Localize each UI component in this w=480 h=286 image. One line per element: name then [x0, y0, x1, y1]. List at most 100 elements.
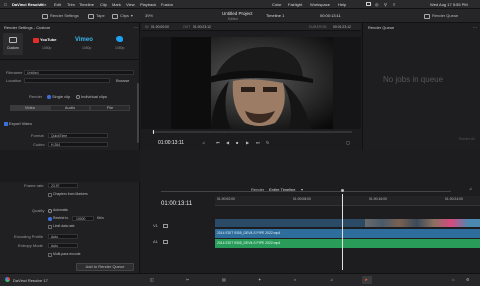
browse-button[interactable]: Browse — [116, 79, 129, 83]
fullscreen-icon[interactable]: ▢ — [346, 141, 350, 145]
menu-fusion[interactable]: Fusion — [161, 2, 173, 7]
entropy-select[interactable]: Auto — [48, 243, 78, 248]
skip-back-icon[interactable]: ⏮ — [216, 141, 220, 145]
video-clip[interactable] — [215, 219, 480, 227]
toolbar: Render Settings Tape Clips ▾ 39% Untitle… — [0, 9, 480, 23]
menu-workspace[interactable]: Workspace — [310, 2, 330, 7]
menu-view[interactable]: View — [126, 2, 135, 7]
chapters-label: Chapters from Markers — [53, 192, 88, 196]
youtube-icon — [33, 38, 39, 43]
scrubber-track[interactable] — [152, 131, 352, 133]
viewer-frame[interactable] — [141, 37, 361, 129]
multipass-checkbox[interactable] — [48, 253, 52, 257]
loop-icon[interactable]: ↻ — [266, 141, 269, 145]
menu-fairlight[interactable]: Fairlight — [288, 2, 302, 7]
limit-checkbox[interactable] — [48, 225, 52, 229]
skip-forward-icon[interactable]: ⏭ — [256, 141, 260, 145]
zoom-slider-handle[interactable] — [341, 189, 344, 192]
menu-edit[interactable]: Edit — [54, 2, 61, 7]
export-video-checkbox[interactable] — [4, 122, 8, 126]
track-lock-icon[interactable] — [163, 240, 168, 244]
restrict-radio[interactable] — [48, 217, 52, 221]
wifi-icon[interactable]: ◎ — [375, 2, 379, 7]
more-options-icon[interactable]: ⋯ — [473, 26, 477, 30]
zoom-slider[interactable] — [161, 191, 451, 192]
preset-custom[interactable]: Custom — [3, 33, 23, 55]
render-settings-button[interactable]: Render Settings — [42, 12, 79, 20]
menu-help[interactable]: Help — [338, 2, 346, 7]
tab-video-label: Video — [24, 105, 36, 110]
preset-twitter[interactable]: 1080p — [108, 33, 136, 55]
clips-button[interactable]: Clips ▾ — [112, 12, 133, 20]
codec-select[interactable]: H.264 — [48, 142, 108, 147]
tab-audio[interactable]: Audio — [50, 105, 90, 111]
encoding-profile-select[interactable]: Auto — [48, 234, 78, 239]
search-icon[interactable]: ⚲ — [384, 2, 387, 7]
zoom-level[interactable]: 39% — [145, 14, 153, 18]
apple-icon[interactable]:  — [4, 2, 7, 7]
tab-file-label: File — [106, 105, 114, 110]
fairlight-page-icon[interactable]: ♫ — [330, 278, 333, 282]
play-icon[interactable]: ▶ — [246, 141, 249, 145]
render-all-button[interactable]: Render All — [459, 137, 475, 141]
video-frame-image — [171, 37, 333, 129]
menu-color[interactable]: Color — [272, 2, 282, 7]
settings-gear-icon[interactable]: ⚙ — [466, 278, 470, 282]
preset-youtube[interactable]: YouTube 1080p — [30, 33, 60, 55]
menu-mark[interactable]: Mark — [112, 2, 121, 7]
render-queue-panel: Render Queue ⋯ No jobs in queue Render A… — [362, 23, 480, 150]
framerate-select[interactable]: 23.97 — [48, 183, 78, 188]
restrict-field[interactable]: 10000 — [72, 216, 94, 221]
framerate-value: 23.97 — [51, 183, 60, 188]
individual-clips-radio[interactable] — [76, 95, 80, 99]
settings-scrollbar[interactable] — [137, 83, 139, 143]
menu-trim[interactable]: Trim — [67, 2, 75, 7]
deliver-page-tab[interactable]: ➤ — [362, 276, 372, 284]
audio-clip-1[interactable]: 2014 EDIT 9305_DEVILS PIPE 2022.mp4 — [215, 229, 480, 238]
timeline-playhead[interactable] — [342, 194, 343, 270]
single-clip-radio[interactable] — [47, 95, 51, 99]
add-to-render-queue-button[interactable]: Add to Render Queue — [76, 263, 134, 271]
timeline-panel: Render Entire Timeline ▾ ♫ 01:00:13:11 0… — [141, 150, 480, 273]
preset-vimeo[interactable]: Vimeo 1080p — [72, 33, 102, 55]
chapters-checkbox[interactable] — [48, 193, 52, 197]
color-page-icon[interactable]: ◐ — [294, 278, 296, 282]
menu-app-name[interactable]: DaVinci Resolve — [12, 2, 43, 7]
custom-preset-icon — [9, 37, 17, 43]
menu-clip[interactable]: Clip — [100, 2, 107, 7]
audio-clip-2[interactable]: 2014 EDIT 9305_DEVILS PIPE 2022.mp4 — [215, 239, 480, 248]
menu-file[interactable]: File — [40, 2, 46, 7]
battery-icon[interactable] — [366, 2, 371, 6]
render-queue-button[interactable]: Render Queue — [424, 12, 458, 20]
tab-video[interactable]: Video — [10, 105, 50, 111]
stop-icon[interactable]: ■ — [236, 141, 238, 145]
reverse-icon[interactable]: ◀ — [226, 141, 229, 145]
media-page-icon[interactable]: ◫ — [150, 278, 154, 282]
automatic-radio[interactable] — [48, 209, 52, 213]
cut-page-icon[interactable]: ✂ — [186, 278, 189, 282]
timeline-ruler[interactable]: 01:00:00:00 01:00:08:00 01:00:16:00 01:0… — [215, 196, 480, 206]
project-manager-icon[interactable]: ⌂ — [452, 278, 454, 282]
scrubber-playhead[interactable] — [153, 130, 154, 134]
menu-playback[interactable]: Playback — [140, 2, 156, 7]
timeline-selector[interactable]: Timeline 1 — [266, 14, 284, 18]
filename-field[interactable]: Untitled — [24, 70, 134, 75]
viewer-header: IN 01:00:00:00 OUT 01:00:23:12 DURATION … — [141, 23, 361, 31]
track-lock-icon[interactable] — [163, 224, 168, 228]
fusion-page-icon[interactable]: ✦ — [258, 278, 261, 282]
audio-icon[interactable]: ♫ — [202, 141, 205, 145]
entropy-label: Entropy Mode — [18, 243, 43, 248]
menu-datetime[interactable]: Wed Aug 17 5:55 PM — [430, 2, 468, 7]
location-field[interactable] — [24, 78, 110, 83]
tab-file[interactable]: File — [90, 105, 130, 111]
menu-timeline[interactable]: Timeline — [79, 2, 94, 7]
deliver-page-icon: ➤ — [364, 277, 368, 282]
tape-button[interactable]: Tape — [88, 12, 105, 20]
format-select[interactable]: QuickTime — [48, 133, 108, 138]
more-options-icon[interactable]: ⋯ — [134, 26, 138, 30]
toolbar-timecode: 00:00:13:11 — [320, 13, 341, 18]
control-center-icon[interactable]: ≡ — [393, 2, 395, 7]
resolve-logo-icon — [5, 277, 10, 282]
audio-meter-icon[interactable]: ♫ — [469, 187, 472, 191]
edit-page-icon[interactable]: ▤ — [222, 278, 226, 282]
